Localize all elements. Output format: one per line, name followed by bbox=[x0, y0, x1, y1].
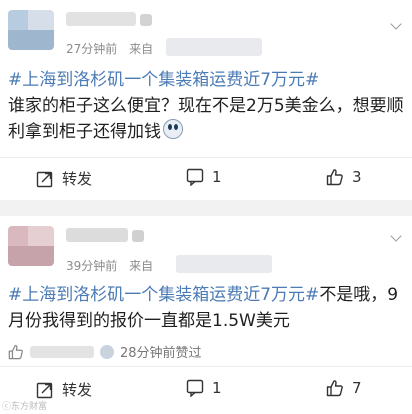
thumbs-up-icon bbox=[326, 380, 343, 397]
post-time: 27分钟前 bbox=[66, 42, 118, 56]
comment-button[interactable]: 1 bbox=[186, 379, 222, 397]
post-text: 谁家的柜子这么便宜？现在不是2万5美金么，想要顺利拿到柜子还得加钱 bbox=[8, 96, 404, 142]
badge-redacted bbox=[132, 230, 144, 242]
avatar[interactable] bbox=[8, 226, 54, 266]
repost-icon bbox=[36, 171, 53, 187]
repost-button[interactable]: 转发 bbox=[36, 168, 92, 189]
liked-time: 28分钟前赞过 bbox=[120, 346, 202, 361]
like-button[interactable]: 3 bbox=[326, 168, 362, 186]
comment-icon bbox=[186, 379, 204, 397]
like-count: 7 bbox=[352, 379, 362, 397]
like-button[interactable]: 7 bbox=[326, 379, 362, 397]
repost-button[interactable]: 转发 bbox=[36, 379, 92, 400]
like-count: 3 bbox=[352, 168, 362, 186]
liker-name-redacted bbox=[30, 345, 94, 358]
liked-by-row[interactable]: 28分钟前赞过 bbox=[8, 342, 202, 361]
comment-icon bbox=[186, 168, 204, 186]
comment-count: 1 bbox=[212, 168, 222, 186]
thumbs-up-icon bbox=[326, 169, 343, 186]
emoji-icon bbox=[163, 119, 183, 139]
avatar[interactable] bbox=[8, 10, 54, 50]
repost-label: 转发 bbox=[62, 381, 93, 399]
weibo-post-card: 27分钟前 来自 #上海到洛杉矶一个集装箱运费近7万元# 谁家的柜子这么便宜？现… bbox=[0, 0, 412, 200]
source-prefix: 来自 bbox=[129, 259, 154, 273]
topic-hashtag[interactable]: #上海到洛杉矶一个集装箱运费近7万元# bbox=[8, 70, 319, 90]
watermark: ⓒ东方财富 bbox=[2, 402, 48, 412]
weibo-post-card: 39分钟前 来自 #上海到洛杉矶一个集装箱运费近7万元#不是哦，9月份我得到的报… bbox=[0, 216, 412, 414]
thumbs-up-icon bbox=[8, 344, 23, 359]
chevron-down-icon[interactable] bbox=[390, 18, 402, 30]
source-prefix: 来自 bbox=[129, 42, 154, 56]
divider bbox=[0, 157, 412, 158]
post-time: 39分钟前 bbox=[66, 259, 118, 273]
topic-hashtag[interactable]: #上海到洛杉矶一个集装箱运费近7万元# bbox=[8, 285, 319, 305]
divider bbox=[0, 366, 412, 367]
badge-redacted bbox=[140, 14, 152, 26]
chevron-down-icon[interactable] bbox=[390, 230, 402, 242]
repost-label: 转发 bbox=[62, 170, 93, 188]
repost-icon bbox=[36, 382, 53, 398]
username-redacted[interactable] bbox=[66, 12, 136, 26]
username-redacted[interactable] bbox=[66, 228, 128, 242]
comment-count: 1 bbox=[212, 379, 222, 397]
source-redacted bbox=[166, 38, 262, 56]
liker-avatar bbox=[100, 344, 114, 359]
comment-button[interactable]: 1 bbox=[186, 168, 222, 186]
source-redacted bbox=[176, 255, 272, 273]
